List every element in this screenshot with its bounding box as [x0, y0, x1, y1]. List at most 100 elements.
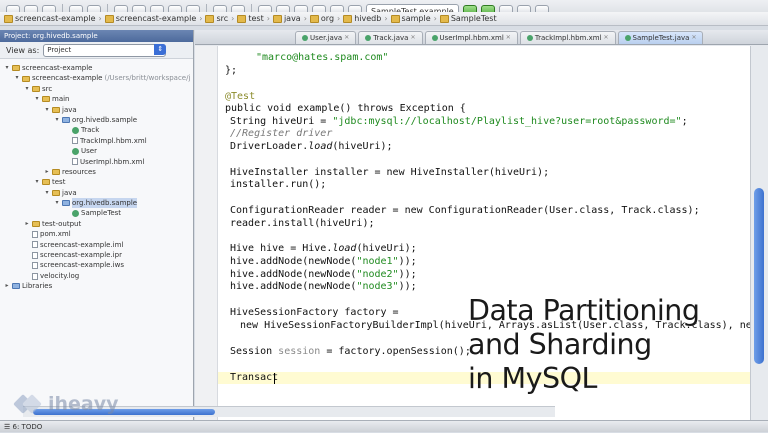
file-type-icon — [526, 35, 533, 41]
code-line: Hive hive = Hive.load(hiveUri); — [230, 243, 417, 254]
code-line: "marco@hates.spam.com" — [256, 52, 388, 63]
breadcrumb-label: screencast-example — [15, 14, 96, 23]
tree-node[interactable]: TrackImpl.hbm.xml — [0, 136, 193, 146]
tree-node[interactable]: User — [0, 146, 193, 156]
breadcrumb-item[interactable]: hivedb — [343, 14, 381, 23]
breadcrumb-separator: › — [384, 14, 388, 23]
breadcrumb-separator: › — [337, 14, 341, 23]
collapsed-arrow-icon[interactable]: ▸ — [24, 219, 30, 229]
todo-tool-button[interactable]: ☰ 6: TODO — [4, 423, 42, 431]
breadcrumb-item[interactable]: java — [272, 14, 301, 23]
tree-node[interactable]: SampleTest — [0, 208, 193, 218]
folder-icon — [32, 221, 40, 228]
close-icon[interactable]: ✕ — [603, 32, 608, 44]
editor-tab[interactable]: Track.java ✕ — [358, 31, 423, 44]
folder-icon — [390, 14, 400, 23]
close-icon[interactable]: ✕ — [344, 32, 349, 44]
close-icon[interactable]: ✕ — [506, 32, 511, 44]
tree-node[interactable]: ▾ java — [0, 188, 193, 198]
editor-gutter — [195, 46, 218, 420]
code-line: ConfigurationReader reader = new Configu… — [230, 205, 700, 216]
tree-node[interactable]: ▾ org.hivedb.sample — [0, 115, 193, 125]
breadcrumb-separator: › — [231, 14, 235, 23]
tree-node[interactable]: Track — [0, 125, 193, 135]
code-token: session — [278, 346, 321, 357]
breadcrumb-item[interactable]: org — [309, 14, 334, 23]
collapsed-arrow-icon[interactable]: ▸ — [4, 281, 10, 291]
breadcrumb: screencast-example › screencast-example › sr… — [0, 12, 768, 26]
tree-node[interactable]: screencast-example.iws — [0, 260, 193, 270]
breadcrumb-label: src — [216, 14, 229, 23]
code-token: String hiveUri = — [230, 116, 333, 127]
tree-node[interactable]: screencast-example.iml — [0, 240, 193, 250]
folder-icon — [309, 14, 319, 23]
class-icon — [72, 127, 79, 135]
tree-node[interactable]: UserImpl.hbm.xml — [0, 157, 193, 167]
expanded-arrow-icon[interactable]: ▾ — [54, 198, 60, 208]
expanded-arrow-icon[interactable]: ▾ — [54, 115, 60, 125]
tab-label: SampleTest.java — [632, 34, 690, 42]
folder-icon — [42, 96, 50, 103]
tree-node-label: java — [62, 188, 77, 197]
code-token: hive.addNode(newNode( — [230, 269, 357, 280]
view-as-select[interactable]: Project ⇕ — [43, 43, 167, 57]
title-line: and Sharding — [468, 328, 652, 361]
expanded-arrow-icon[interactable]: ▾ — [44, 105, 50, 115]
breadcrumb-item[interactable]: sample — [390, 14, 431, 23]
expanded-arrow-icon[interactable]: ▾ — [24, 84, 30, 94]
code-token: hive.addNode(newNode( — [230, 281, 357, 292]
folder-icon — [52, 106, 60, 113]
tree-node[interactable]: ▾ org.hivedb.sample — [0, 198, 193, 209]
expanded-arrow-icon[interactable]: ▾ — [44, 188, 50, 198]
tree-node[interactable]: ▾ screencast-example (/Users/britt/worksp… — [0, 73, 193, 83]
code-token: ; — [681, 116, 688, 127]
tree-node[interactable]: velocity.log — [0, 271, 193, 281]
breadcrumb-item[interactable]: test — [237, 14, 264, 23]
view-as-label: View as: — [6, 45, 40, 55]
tree-node[interactable]: ▾ test — [0, 177, 193, 187]
file-icon — [72, 137, 78, 145]
expanded-arrow-icon[interactable]: ▾ — [14, 73, 20, 83]
tree-node[interactable]: ▾ java — [0, 105, 193, 115]
tree-node[interactable]: screencast-example.ipr — [0, 250, 193, 260]
video-title-overlay: Data Partitioning and Sharding in MySQL — [468, 294, 768, 396]
chevron-down-icon[interactable]: ⇕ — [154, 43, 167, 55]
code-comment: //Register driver — [230, 128, 333, 139]
tree-node[interactable]: ▾ src — [0, 84, 193, 94]
editor-tab[interactable]: User.java ✕ — [295, 31, 357, 44]
close-icon[interactable]: ✕ — [410, 32, 415, 44]
editor-tab[interactable]: UserImpl.hbm.xml ✕ — [424, 31, 518, 44]
expanded-arrow-icon[interactable]: ▾ — [34, 94, 40, 104]
status-bar: ☰ 6: TODO — [0, 420, 768, 432]
breadcrumb-item[interactable]: SampleTest — [439, 14, 497, 23]
breadcrumb-item[interactable]: src — [205, 14, 228, 23]
tree-node-label: org.hivedb.sample — [72, 198, 138, 209]
expanded-arrow-icon[interactable]: ▾ — [34, 177, 40, 187]
tree-node[interactable]: ▾ screencast-example — [0, 63, 193, 73]
file-icon — [32, 272, 38, 280]
tree-node[interactable]: ▸ resources — [0, 167, 193, 177]
tree-node[interactable]: pom.xml — [0, 229, 193, 239]
editor-tab[interactable]: TrackImpl.hbm.xml ✕ — [519, 31, 616, 44]
code-token: load — [332, 243, 357, 254]
folder-icon — [22, 75, 30, 82]
close-icon[interactable]: ✕ — [691, 32, 696, 44]
tree-node-label: TrackImpl.hbm.xml — [80, 136, 147, 145]
code-token: Session — [230, 346, 279, 357]
tree-node-label: Libraries — [22, 282, 53, 291]
code-line: Transact — [230, 372, 279, 383]
tree-node-label: resources — [62, 167, 96, 176]
editor-tab[interactable]: SampleTest.java ✕ — [617, 31, 704, 44]
collapsed-arrow-icon[interactable]: ▸ — [44, 167, 50, 177]
breadcrumb-item[interactable]: screencast-example — [104, 14, 196, 23]
class-icon — [72, 210, 79, 218]
tree-node[interactable]: ▾ main — [0, 94, 193, 104]
breadcrumb-item[interactable]: screencast-example — [4, 14, 96, 23]
string-literal: "node2" — [356, 269, 399, 280]
tree-node-label: screencast-example — [32, 74, 103, 83]
tree-node[interactable]: ▸ test-output — [0, 219, 193, 229]
expanded-arrow-icon[interactable]: ▾ — [4, 63, 10, 73]
tree-node[interactable]: ▸ Libraries — [0, 281, 193, 291]
tree-node-path: (/Users/britt/workspace/j — [104, 74, 191, 83]
code-token: load — [308, 141, 333, 152]
